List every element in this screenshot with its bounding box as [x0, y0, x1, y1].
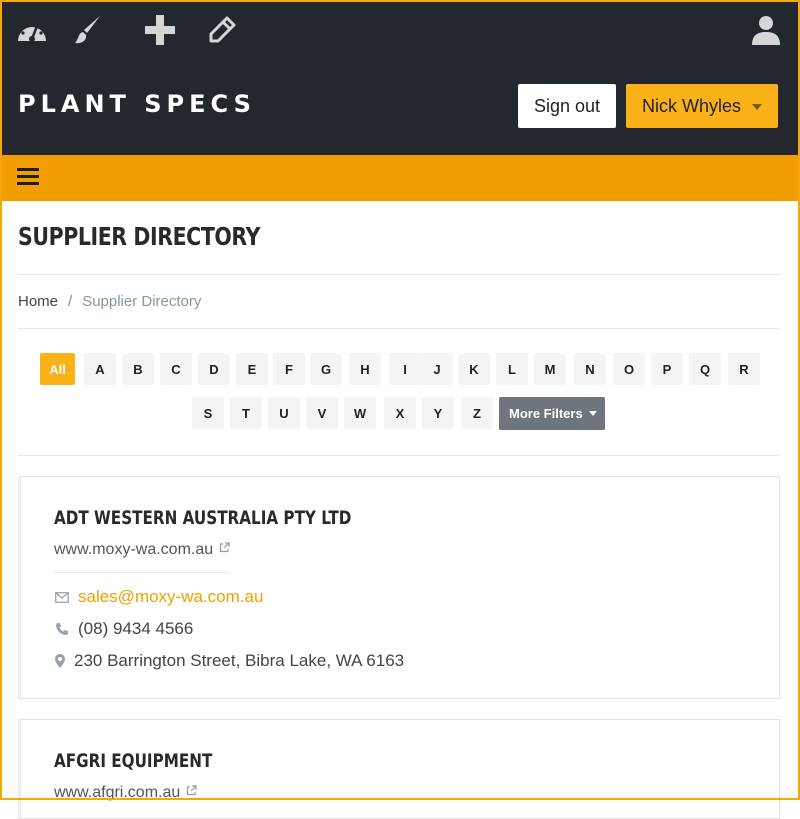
filter-letter-s[interactable]: S: [192, 397, 224, 429]
filter-letter-u[interactable]: U: [268, 397, 300, 429]
divider: [18, 328, 780, 329]
user-icon[interactable]: [744, 8, 788, 52]
plus-icon[interactable]: [138, 8, 182, 52]
external-link-icon: [186, 783, 197, 801]
more-filters-label: More Filters: [509, 406, 583, 421]
supplier-phone-row: (08) 9434 4566: [54, 619, 193, 639]
paintbrush-icon[interactable]: [66, 8, 110, 52]
user-name: Nick Whyles: [642, 95, 742, 116]
filter-letter-t[interactable]: T: [230, 397, 262, 429]
filter-letter-c[interactable]: C: [160, 353, 192, 385]
supplier-email-link[interactable]: sales@moxy-wa.com.au: [78, 587, 263, 607]
filter-letter-b[interactable]: B: [122, 353, 154, 385]
supplier-website: www.afgri.com.au: [54, 784, 181, 801]
envelope-icon: [54, 591, 70, 603]
filter-letter-z[interactable]: Z: [461, 397, 493, 429]
sign-out-button[interactable]: Sign out: [518, 84, 616, 128]
filter-letter-l[interactable]: L: [496, 353, 528, 385]
hamburger-menu-icon[interactable]: [17, 168, 39, 186]
pencil-icon[interactable]: [200, 8, 244, 52]
divider: [18, 455, 780, 456]
dashboard-icon[interactable]: [10, 8, 54, 52]
external-link-icon: [219, 540, 230, 558]
divider: [18, 274, 780, 275]
filter-letter-o[interactable]: O: [613, 353, 645, 385]
supplier-email-row: sales@moxy-wa.com.au: [54, 587, 263, 607]
filter-letter-i[interactable]: I: [389, 353, 421, 385]
chevron-down-icon: [752, 104, 762, 110]
supplier-phone: (08) 9434 4566: [78, 619, 194, 638]
filter-letter-k[interactable]: K: [458, 353, 490, 385]
filter-letter-v[interactable]: V: [306, 397, 338, 429]
filter-letter-a[interactable]: A: [84, 353, 116, 385]
breadcrumb: Home / Supplier Directory: [18, 293, 201, 310]
filter-letter-x[interactable]: X: [384, 397, 416, 429]
filter-letter-g[interactable]: G: [310, 353, 342, 385]
supplier-address-row: 230 Barrington Street, Bibra Lake, WA 61…: [54, 651, 404, 671]
brand-logo[interactable]: PLANT SPECS: [18, 90, 256, 118]
filter-letter-q[interactable]: Q: [689, 353, 721, 385]
filter-letter-m[interactable]: M: [534, 353, 566, 385]
supplier-address: 230 Barrington Street, Bibra Lake, WA 61…: [74, 651, 405, 670]
page-title: SUPPLIER DIRECTORY: [18, 222, 261, 251]
phone-icon: [54, 622, 70, 636]
filter-letter-e[interactable]: E: [236, 353, 268, 385]
filter-letter-p[interactable]: P: [651, 353, 683, 385]
supplier-name: ADT WESTERN AUSTRALIA PTY LTD: [54, 507, 352, 529]
more-filters-button[interactable]: More Filters: [499, 397, 605, 430]
supplier-website-link[interactable]: www.afgri.com.au: [54, 783, 197, 802]
breadcrumb-separator: /: [68, 293, 73, 310]
filter-letter-r[interactable]: R: [728, 353, 760, 385]
breadcrumb-home[interactable]: Home: [18, 293, 58, 310]
filter-letter-f[interactable]: F: [273, 353, 305, 385]
filter-letter-d[interactable]: D: [198, 353, 230, 385]
filter-letter-h[interactable]: H: [349, 353, 381, 385]
filter-letter-n[interactable]: N: [574, 353, 606, 385]
map-marker-icon: [54, 654, 66, 668]
top-header: [0, 0, 800, 155]
filter-letter-all[interactable]: All: [40, 353, 75, 385]
filter-letter-w[interactable]: W: [344, 397, 376, 429]
filter-letter-j[interactable]: J: [421, 353, 453, 385]
supplier-name: AFGRI EQUIPMENT: [54, 750, 213, 772]
user-menu-button[interactable]: Nick Whyles: [626, 84, 778, 128]
breadcrumb-current: Supplier Directory: [82, 293, 202, 310]
supplier-website: www.moxy-wa.com.au: [54, 541, 214, 558]
divider: [54, 572, 228, 573]
nav-bar: [0, 155, 800, 201]
caret-down-icon: [588, 411, 597, 416]
supplier-website-link[interactable]: www.moxy-wa.com.au: [54, 540, 230, 559]
filter-letter-y[interactable]: Y: [422, 397, 454, 429]
